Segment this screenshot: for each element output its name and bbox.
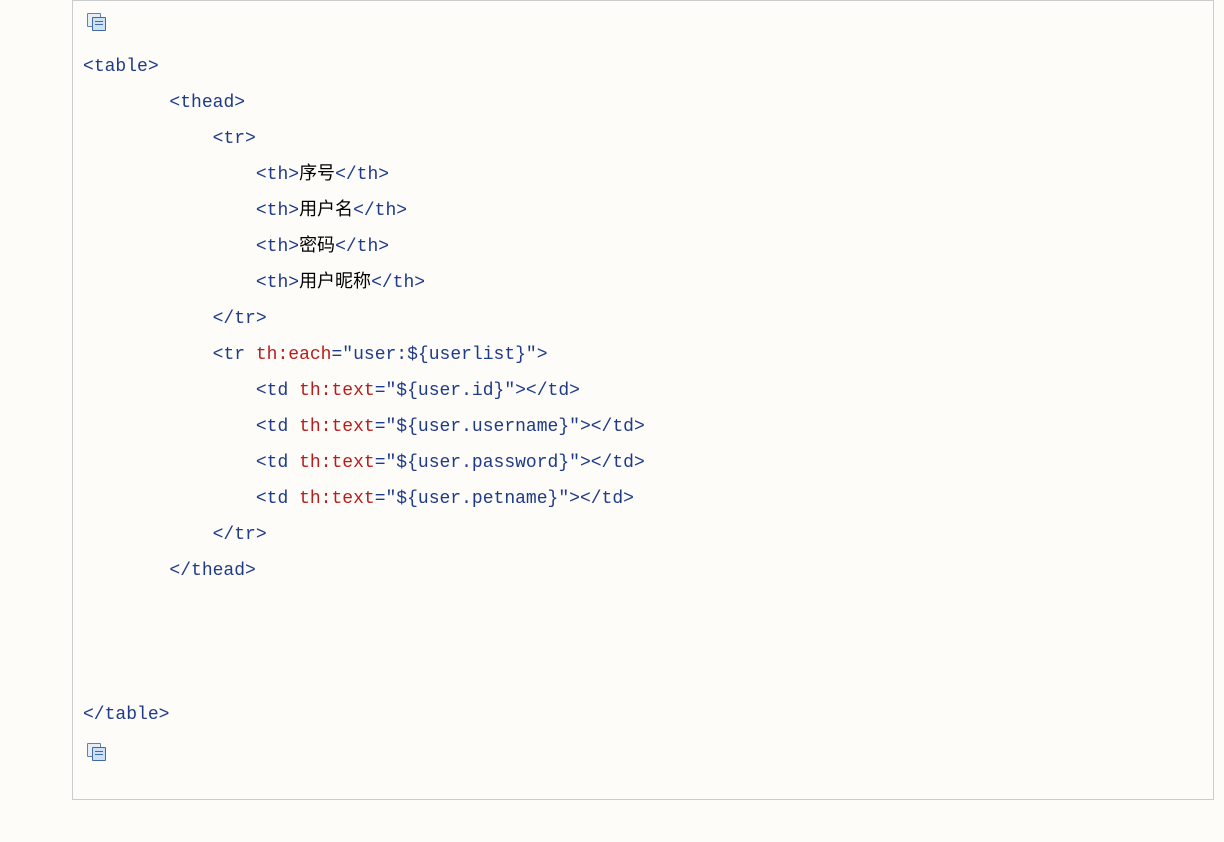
copy-icon[interactable] (87, 13, 105, 29)
code-content: <table> <thead> <tr> <th>序号</th> <th>用户名… (83, 49, 1203, 733)
copy-icon[interactable] (87, 743, 105, 759)
code-block: <table> <thead> <tr> <th>序号</th> <th>用户名… (72, 0, 1214, 800)
